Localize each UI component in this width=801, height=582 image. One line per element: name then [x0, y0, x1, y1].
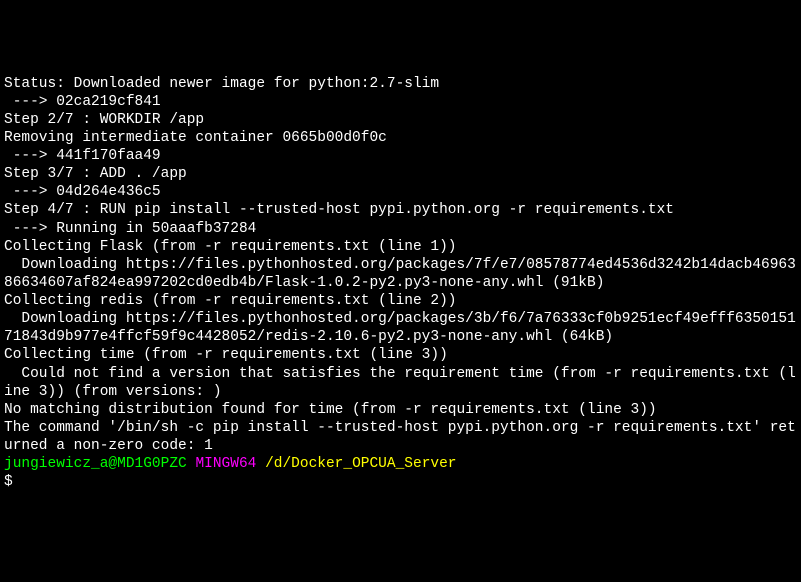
output-line: Status: Downloaded newer image for pytho…: [4, 75, 797, 93]
cursor-line[interactable]: $: [4, 473, 797, 491]
output-line: Collecting time (from -r requirements.tx…: [4, 346, 797, 364]
output-line: Removing intermediate container 0665b00d…: [4, 129, 797, 147]
output-line: Step 2/7 : WORKDIR /app: [4, 111, 797, 129]
output-line: ---> 02ca219cf841: [4, 93, 797, 111]
output-line: Could not find a version that satisfies …: [4, 365, 797, 401]
output-line: ---> 04d264e436c5: [4, 183, 797, 201]
prompt-cursor: $: [4, 474, 13, 490]
output-line: Collecting redis (from -r requirements.t…: [4, 292, 797, 310]
prompt-mingw: MINGW64: [195, 456, 256, 472]
output-line: No matching distribution found for time …: [4, 401, 797, 419]
output-line: ---> Running in 50aaafb37284: [4, 220, 797, 238]
output-line: ---> 441f170faa49: [4, 147, 797, 165]
output-line: Step 3/7 : ADD . /app: [4, 165, 797, 183]
terminal-output[interactable]: Status: Downloaded newer image for pytho…: [4, 75, 797, 492]
output-line: Downloading https://files.pythonhosted.o…: [4, 256, 797, 292]
prompt-line: jungiewicz_a@MD1G0PZC MINGW64 /d/Docker_…: [4, 455, 797, 473]
output-line: Downloading https://files.pythonhosted.o…: [4, 310, 797, 346]
output-line: The command '/bin/sh -c pip install --tr…: [4, 419, 797, 455]
prompt-user: jungiewicz_a@MD1G0PZC: [4, 456, 187, 472]
output-line: Step 4/7 : RUN pip install --trusted-hos…: [4, 201, 797, 219]
prompt-path: /d/Docker_OPCUA_Server: [265, 456, 456, 472]
output-line: Collecting Flask (from -r requirements.t…: [4, 238, 797, 256]
